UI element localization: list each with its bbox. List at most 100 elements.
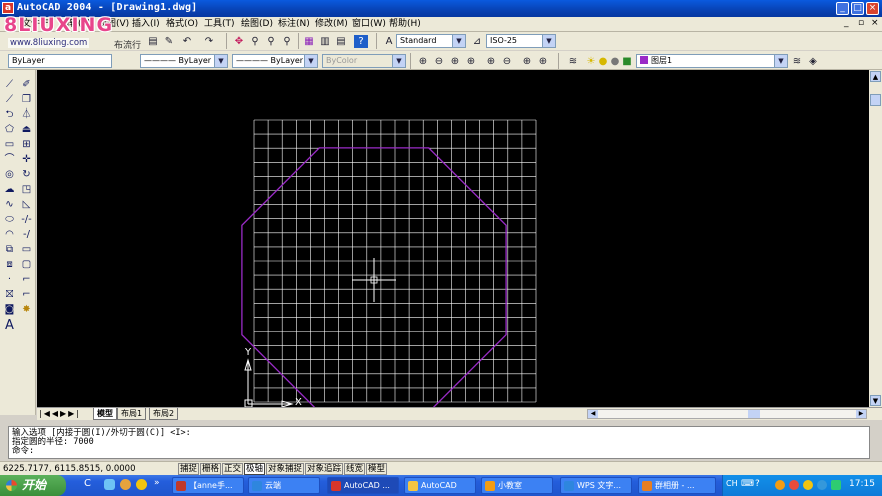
offset-icon[interactable]: ⏏ <box>19 123 34 137</box>
tab-layout1[interactable]: 布局1 <box>117 408 147 420</box>
dim-style-select[interactable]: ISO-25 ▼ <box>486 34 556 48</box>
menu-modify[interactable]: 修改(M) <box>315 18 348 31</box>
input-language[interactable]: CH <box>726 479 738 488</box>
menu-dimension[interactable]: 标注(N) <box>278 18 310 31</box>
mirror-icon[interactable]: ⏃ <box>19 108 34 122</box>
fillet-icon[interactable]: ⌐ <box>19 288 34 302</box>
zoom-extents-icon[interactable]: ⊕ <box>464 55 478 68</box>
start-button[interactable]: 开始 <box>0 475 66 496</box>
circle-icon[interactable]: ◎ <box>2 168 17 182</box>
command-window[interactable]: 输入选项 [内接于圆(I)/外切于圆(C)] <I>: 指定圆的半径: 7000… <box>8 426 870 459</box>
help-tray-icon[interactable]: ? <box>755 479 760 489</box>
ellipse-arc-icon[interactable]: ◠ <box>2 228 17 242</box>
revision-cloud-icon[interactable]: ☁ <box>2 183 17 197</box>
coordinate-readout[interactable]: 6225.7177, 6115.8515, 0.0000 <box>3 463 135 475</box>
scroll-thumb[interactable] <box>870 94 881 106</box>
chevron-down-icon[interactable]: ▼ <box>304 55 317 67</box>
undo-icon[interactable]: ↶ <box>180 35 194 48</box>
copy-icon[interactable]: ❐ <box>19 93 34 107</box>
menu-window[interactable]: 窗口(W) <box>352 18 386 31</box>
move-icon[interactable]: ✛ <box>19 153 34 167</box>
lineweight-select[interactable]: ByColor ▼ <box>322 54 406 68</box>
erase-icon[interactable]: ✐ <box>19 78 34 92</box>
doc-restore-button[interactable]: ▫ <box>858 18 864 28</box>
zoom-center-icon[interactable]: ⊖ <box>500 55 514 68</box>
command-prompt[interactable]: 命令: <box>12 447 866 456</box>
text-style-select[interactable]: Standard ▼ <box>396 34 466 48</box>
network-tray-icon[interactable] <box>817 480 827 490</box>
toggle-otrack[interactable]: 对象追踪 <box>305 463 344 475</box>
insert-block-icon[interactable]: ⧉ <box>2 243 17 257</box>
chevron-down-icon[interactable]: ▼ <box>774 55 787 67</box>
polygon-icon[interactable]: ⬠ <box>2 123 17 137</box>
chevron-down-icon[interactable]: ▼ <box>542 35 555 47</box>
layer-manager-icon[interactable]: ≋ <box>566 55 580 68</box>
scale-icon[interactable]: ◳ <box>19 183 34 197</box>
design-center-icon[interactable]: ▥ <box>318 35 332 48</box>
menu-format[interactable]: 格式(O) <box>166 18 198 31</box>
region-icon[interactable]: ◙ <box>2 303 17 317</box>
doc-minimize-button[interactable]: _ <box>844 18 849 28</box>
drawing-area[interactable]: Y X <box>37 70 869 408</box>
polyline-icon[interactable]: ⮌ <box>2 108 17 122</box>
toggle-model[interactable]: 模型 <box>366 463 388 475</box>
rectangle-icon[interactable]: ▭ <box>2 138 17 152</box>
scroll-left-arrow[interactable]: ◀ <box>588 410 598 418</box>
trim-icon[interactable]: -/- <box>19 213 34 227</box>
stretch-icon[interactable]: ◺ <box>19 198 34 212</box>
extend-icon[interactable]: -/ <box>19 228 34 242</box>
toggle-lineweight[interactable]: 线宽 <box>344 463 366 475</box>
qq-tray-icon[interactable] <box>803 480 813 490</box>
menu-tools[interactable]: 工具(T) <box>204 18 235 31</box>
quicklaunch-overflow-icon[interactable]: » <box>154 478 160 488</box>
pan-icon[interactable]: ✥ <box>232 35 246 48</box>
array-icon[interactable]: ⊞ <box>19 138 34 152</box>
maximize-button[interactable]: □ <box>851 2 864 15</box>
linetype-select[interactable]: ———— ByLayer ▼ <box>232 54 318 68</box>
doc-close-button[interactable]: × <box>871 18 879 28</box>
properties-icon[interactable]: ▦ <box>302 35 316 48</box>
spline-icon[interactable]: ∿ <box>2 198 17 212</box>
zoom-scale-icon[interactable]: ⊕ <box>484 55 498 68</box>
zoom-previous-icon[interactable]: ⚲ <box>280 35 294 48</box>
layer-previous-icon[interactable]: ◈ <box>806 55 820 68</box>
zoom-dynamic-icon[interactable]: ⊕ <box>536 55 550 68</box>
tab-layout2[interactable]: 布局2 <box>149 408 179 420</box>
tray-app-icon[interactable] <box>789 480 799 490</box>
task-button[interactable]: 【anne手... <box>172 477 244 494</box>
task-button[interactable]: 云端 <box>248 477 320 494</box>
zoom-all-icon[interactable]: ⊕ <box>448 55 462 68</box>
make-block-icon[interactable]: ⧈ <box>2 258 17 272</box>
point-icon[interactable]: · <box>2 273 17 287</box>
task-button[interactable]: WPS 文字... <box>560 477 632 494</box>
layer-prefix-combo[interactable]: ByLayer <box>8 54 112 68</box>
zoom-window-icon[interactable]: ⚲ <box>264 35 278 48</box>
horizontal-scrollbar[interactable]: ◀ ▶ <box>587 409 867 419</box>
toggle-polar[interactable]: 极轴 <box>244 463 266 475</box>
chamfer-icon[interactable]: ⌐ <box>19 273 34 287</box>
layer-select[interactable]: 图层1 ▼ <box>636 54 788 68</box>
chevron-down-icon[interactable]: ▼ <box>452 35 465 47</box>
multiline-text-icon[interactable]: A <box>2 319 17 333</box>
volume-tray-icon[interactable] <box>831 480 841 490</box>
zoom-in-icon[interactable]: ⊕ <box>416 55 430 68</box>
quicklaunch-ie-icon[interactable] <box>104 479 115 490</box>
toggle-grid[interactable]: 栅格 <box>200 463 222 475</box>
explode-icon[interactable]: ✸ <box>19 303 34 317</box>
break-icon[interactable]: ▢ <box>19 258 34 272</box>
tray-app-icon[interactable] <box>775 480 785 490</box>
arc-icon[interactable]: ⌒ <box>2 153 17 167</box>
close-button[interactable]: × <box>866 2 879 15</box>
tab-navigation-arrows[interactable]: |◀◀▶▶| <box>39 409 81 418</box>
quicklaunch-browser-icon[interactable] <box>120 479 131 490</box>
chevron-down-icon[interactable]: ▼ <box>214 55 227 67</box>
tool-palettes-icon[interactable]: ▤ <box>334 35 348 48</box>
scroll-right-arrow[interactable]: ▶ <box>856 410 866 418</box>
toggle-ortho[interactable]: 正交 <box>222 463 244 475</box>
break-at-point-icon[interactable]: ▭ <box>19 243 34 257</box>
chevron-down-icon[interactable]: ▼ <box>392 55 405 67</box>
ellipse-icon[interactable]: ⬭ <box>2 213 17 227</box>
menu-draw[interactable]: 绘图(D) <box>241 18 273 31</box>
zoom-object-icon[interactable]: ⊕ <box>520 55 534 68</box>
help-icon[interactable]: ? <box>354 35 368 48</box>
